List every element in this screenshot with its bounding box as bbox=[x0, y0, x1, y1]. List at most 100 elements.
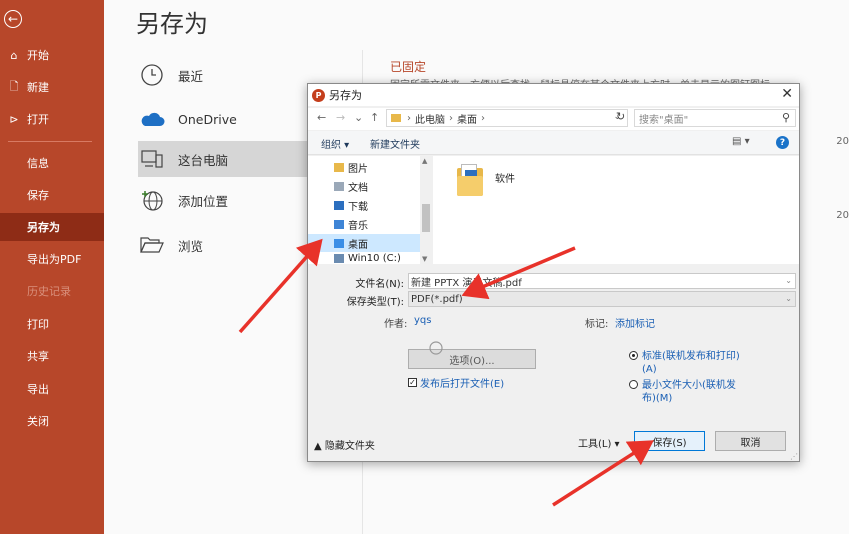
sidebar-item-label: 另存为 bbox=[27, 221, 60, 234]
open-folder-icon: ⊳ bbox=[9, 112, 19, 126]
location-label: 最近 bbox=[178, 68, 204, 84]
location-add-place[interactable]: 添加位置 bbox=[138, 182, 308, 218]
dialog-toolbar: 组织 ▾ 新建文件夹 ▤ ▾ ? bbox=[308, 131, 799, 155]
chevron-right-icon: › bbox=[481, 112, 485, 124]
recent-locations-icon[interactable]: ⌄ bbox=[354, 111, 363, 124]
tree-scrollbar[interactable]: ▲ ▼ bbox=[420, 156, 432, 264]
address-bar[interactable]: › 此电脑 › 桌面 › ⌄ bbox=[386, 109, 628, 127]
new-doc-icon: 🗋 bbox=[9, 79, 19, 93]
dialog-titlebar[interactable]: P 另存为 ✕ bbox=[308, 84, 799, 106]
sidebar-item-new[interactable]: 🗋 新建 bbox=[0, 73, 104, 101]
forward-icon[interactable]: → bbox=[336, 111, 345, 124]
scroll-down-icon[interactable]: ▼ bbox=[422, 255, 427, 263]
tree-item-desktop[interactable]: 桌面 bbox=[308, 234, 420, 252]
music-icon bbox=[334, 219, 344, 229]
resize-grip-icon[interactable]: ⋰ bbox=[790, 452, 798, 461]
sidebar-item-print[interactable]: 打印 bbox=[0, 310, 104, 338]
filetype-select[interactable]: PDF(*.pdf) ⌄ bbox=[408, 291, 796, 307]
cancel-button[interactable]: 取消 bbox=[715, 431, 786, 451]
tree-item-label: 桌面 bbox=[348, 239, 368, 251]
sidebar-item-share[interactable]: 共享 bbox=[0, 342, 104, 370]
filename-value: 新建 PPTX 演示文稿.pdf bbox=[411, 277, 522, 289]
sidebar-divider bbox=[8, 141, 92, 142]
tree-item-label: 图片 bbox=[348, 163, 368, 175]
desktop-icon bbox=[334, 238, 344, 248]
tree-item-label: 文档 bbox=[348, 182, 368, 194]
tree-item-c-drive[interactable]: Win10 (C:) bbox=[334, 253, 401, 264]
folder-icon[interactable] bbox=[457, 164, 483, 196]
tree-item-label: Win10 (C:) bbox=[348, 253, 401, 264]
search-input[interactable]: 搜索"桌面" ⚲ bbox=[634, 109, 796, 127]
location-this-pc[interactable]: 这台电脑 bbox=[138, 141, 308, 177]
folder-open-icon bbox=[138, 231, 166, 259]
folder-icon bbox=[391, 114, 401, 122]
sidebar-item-close[interactable]: 关闭 bbox=[0, 407, 104, 435]
search-icon: ⚲ bbox=[781, 111, 790, 124]
chevron-down-icon[interactable]: ⌄ bbox=[785, 276, 792, 285]
address-row: ← → ⌄ ↑ › 此电脑 › 桌面 › ⌄ ↻ 搜索"桌面" ⚲ bbox=[308, 108, 799, 130]
filename-label: 文件名(N): bbox=[355, 279, 404, 290]
breadcrumb-this-pc[interactable]: 此电脑 bbox=[415, 111, 445, 126]
refresh-icon[interactable]: ↻ bbox=[616, 110, 625, 123]
documents-icon bbox=[334, 181, 344, 191]
sidebar-item-export[interactable]: 导出 bbox=[0, 375, 104, 403]
radio-label: 最小文件大小(联机发 bbox=[642, 380, 736, 391]
page-title: 另存为 bbox=[136, 10, 208, 38]
sidebar-item-save-as[interactable]: 另存为 bbox=[0, 213, 104, 241]
optimize-min-size-radio[interactable]: 最小文件大小(联机发 布)(M) bbox=[629, 379, 789, 405]
location-label: OneDrive bbox=[178, 111, 237, 127]
sidebar-item-info[interactable]: 信息 bbox=[0, 149, 104, 177]
open-after-publish-checkbox[interactable]: ✓ 发布后打开文件(E) bbox=[408, 375, 504, 390]
close-icon[interactable]: ✕ bbox=[781, 86, 793, 102]
location-label: 这台电脑 bbox=[178, 152, 229, 168]
filename-input[interactable]: 新建 PPTX 演示文稿.pdf ⌄ bbox=[408, 273, 796, 289]
drive-icon bbox=[334, 254, 344, 263]
pictures-icon bbox=[334, 162, 344, 172]
tree-item-downloads[interactable]: 下载 bbox=[334, 196, 368, 214]
sidebar-item-home[interactable]: ⌂ 开始 bbox=[0, 41, 104, 69]
location-recent[interactable]: 最近 bbox=[138, 57, 308, 93]
chevron-down-icon[interactable]: ⌄ bbox=[785, 294, 792, 303]
new-folder-button[interactable]: 新建文件夹 bbox=[370, 136, 420, 151]
tree-item-pictures[interactable]: 图片 bbox=[334, 158, 368, 176]
checkbox-label: 发布后打开文件(E) bbox=[420, 379, 505, 390]
save-button[interactable]: 保存(S) bbox=[634, 431, 705, 451]
tree-item-music[interactable]: 音乐 bbox=[334, 215, 368, 233]
sidebar-item-open[interactable]: ⊳ 打开 bbox=[0, 105, 104, 133]
filetype-value: PDF(*.pdf) bbox=[411, 293, 463, 305]
sidebar-item-save[interactable]: 保存 bbox=[0, 181, 104, 209]
sidebar-item-label: 导出 bbox=[27, 383, 49, 396]
scrollbar-thumb[interactable] bbox=[422, 204, 430, 232]
author-value[interactable]: yqs bbox=[414, 315, 431, 326]
up-icon[interactable]: ↑ bbox=[370, 111, 379, 124]
sidebar-item-label: 信息 bbox=[27, 157, 49, 170]
tree-item-documents[interactable]: 文档 bbox=[334, 177, 368, 195]
filetype-label: 保存类型(T): bbox=[346, 297, 404, 308]
breadcrumb-desktop[interactable]: 桌面 bbox=[457, 111, 477, 126]
tags-value[interactable]: 添加标记 bbox=[615, 315, 655, 330]
sidebar-item-label: 关闭 bbox=[27, 415, 49, 428]
location-onedrive[interactable]: OneDrive bbox=[138, 101, 308, 137]
help-icon[interactable]: ? bbox=[776, 136, 789, 149]
back-icon[interactable]: ← bbox=[317, 111, 326, 124]
search-placeholder: 搜索"桌面" bbox=[639, 114, 689, 126]
tree-item-label: 下载 bbox=[348, 201, 368, 213]
scroll-up-icon[interactable]: ▲ bbox=[422, 157, 427, 165]
organize-menu[interactable]: 组织 ▾ bbox=[321, 136, 349, 151]
home-icon: ⌂ bbox=[10, 48, 18, 62]
file-item-label[interactable]: 软件 bbox=[495, 170, 515, 185]
tags-label: 标记: bbox=[585, 319, 609, 330]
sidebar-item-export-pdf[interactable]: 导出为PDF bbox=[0, 245, 104, 273]
sidebar-item-label: 共享 bbox=[27, 350, 49, 363]
back-arrow-icon[interactable]: ← bbox=[4, 10, 22, 28]
pinned-heading: 已固定 bbox=[390, 60, 427, 74]
backstage-sidebar: ← ⌂ 开始 🗋 新建 ⊳ 打开 信息 保存 另存为 导出为PDF 历史记录 打… bbox=[0, 0, 104, 534]
options-button[interactable]: 选项(O)... bbox=[408, 349, 536, 369]
optimize-standard-radio[interactable]: 标准(联机发布和打印) (A) bbox=[629, 350, 789, 376]
radio-selected-icon bbox=[629, 351, 638, 360]
view-options-icon[interactable]: ▤ ▾ bbox=[732, 136, 750, 147]
tools-menu[interactable]: 工具(L) ▾ bbox=[578, 435, 620, 450]
recent-date: 20 bbox=[836, 210, 849, 221]
hide-folders-toggle[interactable]: ▲ 隐藏文件夹 bbox=[314, 437, 375, 452]
location-browse[interactable]: 浏览 bbox=[138, 227, 308, 263]
